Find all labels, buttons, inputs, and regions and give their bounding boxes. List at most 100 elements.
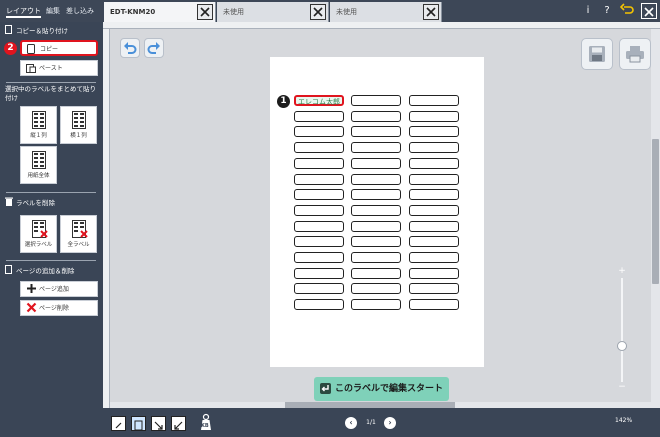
label-cell[interactable] [351, 189, 401, 200]
label-cell[interactable] [351, 268, 401, 279]
label-cell[interactable] [409, 142, 459, 153]
label-cell[interactable] [294, 189, 344, 200]
view-rotate-left-button[interactable] [171, 416, 186, 431]
doc-tab-1[interactable]: EDT-KNM20 [104, 2, 216, 22]
undo-button[interactable] [120, 38, 140, 58]
bulk-paste-title: 選択中のラベルをまとめて貼り付け [5, 85, 96, 102]
label-cell[interactable] [351, 142, 401, 153]
zoom-slider-handle[interactable] [617, 341, 627, 351]
label-cell[interactable] [409, 158, 459, 169]
label-cell[interactable] [351, 236, 401, 247]
delete-page-button[interactable]: ページ削除 [20, 300, 98, 316]
label-cell[interactable] [294, 126, 344, 137]
delete-all-label: 全ラベル [67, 242, 90, 248]
next-page-button[interactable]: › [384, 417, 396, 429]
label-cell[interactable] [409, 189, 459, 200]
prev-page-button[interactable]: ‹ [345, 417, 357, 429]
copy-button-label: コピー [40, 46, 59, 53]
label-cell-selected[interactable]: エレコム太郎 [294, 95, 344, 106]
save-button[interactable] [581, 38, 613, 70]
redo-button[interactable] [144, 38, 164, 58]
label-cell[interactable] [351, 252, 401, 263]
close-icon[interactable] [197, 4, 213, 20]
label-cell[interactable] [351, 95, 401, 106]
label-cell[interactable] [409, 236, 459, 247]
doc-tab-2[interactable]: 未使用 [217, 2, 329, 22]
label-sheet-delete-icon [32, 220, 48, 240]
label-cell-text: エレコム太郎 [298, 98, 340, 106]
label-cell[interactable] [409, 126, 459, 137]
zoom-slider-track[interactable] [621, 278, 623, 382]
label-cell[interactable] [409, 268, 459, 279]
label-cell[interactable] [294, 158, 344, 169]
label-cell[interactable] [294, 221, 344, 232]
label-cell[interactable] [409, 283, 459, 294]
label-cell[interactable] [351, 221, 401, 232]
help-icon[interactable]: ? [599, 3, 615, 19]
label-cell[interactable] [294, 283, 344, 294]
label-cell[interactable] [351, 174, 401, 185]
label-cell[interactable] [294, 142, 344, 153]
label-cell[interactable] [351, 158, 401, 169]
doc-tab-3-label: 未使用 [336, 8, 357, 16]
enter-icon [320, 383, 331, 394]
view-rotate-right-button[interactable] [151, 416, 166, 431]
top-bar: レイアウト 編集 差し込み EDT-KNM20 未使用 未使用 i ? [0, 0, 660, 22]
tab-edit[interactable]: 編集 [46, 4, 60, 18]
vertical-scroll-thumb[interactable] [652, 139, 659, 284]
label-cell[interactable] [294, 299, 344, 310]
label-cell[interactable] [409, 174, 459, 185]
zoom-in-icon[interactable]: + [617, 266, 627, 276]
delete-selected-button[interactable]: 選択ラベル [20, 215, 57, 253]
undo-arrow-icon[interactable] [619, 3, 635, 19]
label-cell[interactable] [409, 252, 459, 263]
tab-merge[interactable]: 差し込み [66, 4, 94, 18]
view-landscape-button[interactable] [111, 416, 126, 431]
label-cell[interactable] [409, 299, 459, 310]
paste-button-label: ペースト [39, 65, 63, 72]
label-cell[interactable] [351, 111, 401, 122]
label-cell[interactable] [294, 111, 344, 122]
label-cell[interactable] [409, 205, 459, 216]
label-cell[interactable] [409, 111, 459, 122]
close-icon[interactable] [423, 4, 439, 20]
label-cell[interactable] [351, 205, 401, 216]
trash-icon [5, 197, 13, 209]
delete-all-button[interactable]: 全ラベル [60, 215, 97, 253]
paste-column-button[interactable]: 縦１列 [20, 106, 57, 144]
paste-column-label: 縦１列 [30, 133, 47, 139]
divider [6, 192, 96, 193]
label-sheet-icon [32, 111, 46, 131]
sidebar: コピー＆貼り付け 2 コピー ペースト 選択中のラベルをまとめて貼り付け 縦１列… [0, 22, 103, 437]
print-button[interactable] [619, 38, 651, 70]
add-page-button[interactable]: ページ追加 [20, 281, 98, 297]
top-ruler [103, 22, 660, 29]
label-cell[interactable] [294, 236, 344, 247]
label-cell[interactable] [409, 221, 459, 232]
paste-button[interactable]: ペースト [20, 60, 98, 76]
copy-button[interactable]: コピー [20, 40, 98, 56]
close-icon[interactable] [310, 4, 326, 20]
zoom-out-icon[interactable]: − [617, 382, 627, 392]
close-app-icon[interactable] [641, 3, 657, 19]
view-portrait-button[interactable] [131, 416, 146, 431]
vertical-scrollbar[interactable] [651, 29, 660, 408]
label-cell[interactable] [351, 126, 401, 137]
label-cell[interactable] [294, 268, 344, 279]
label-cell[interactable] [409, 95, 459, 106]
paste-sheet-button[interactable]: 用紙全体 [20, 146, 57, 184]
info-icon[interactable]: i [580, 3, 596, 19]
doc-tab-3[interactable]: 未使用 [330, 2, 442, 22]
paste-icon [26, 63, 36, 75]
paste-row-button[interactable]: 横１列 [60, 106, 97, 144]
tab-layout[interactable]: レイアウト [6, 4, 41, 18]
label-cell[interactable] [294, 174, 344, 185]
page-icon [5, 265, 13, 277]
start-editing-button[interactable]: このラベルで編集スタート [314, 377, 449, 401]
label-cell[interactable] [351, 299, 401, 310]
label-cell[interactable] [351, 283, 401, 294]
label-cell[interactable] [294, 252, 344, 263]
left-ruler [103, 29, 110, 408]
label-cell[interactable] [294, 205, 344, 216]
step-2-badge: 2 [4, 42, 17, 55]
